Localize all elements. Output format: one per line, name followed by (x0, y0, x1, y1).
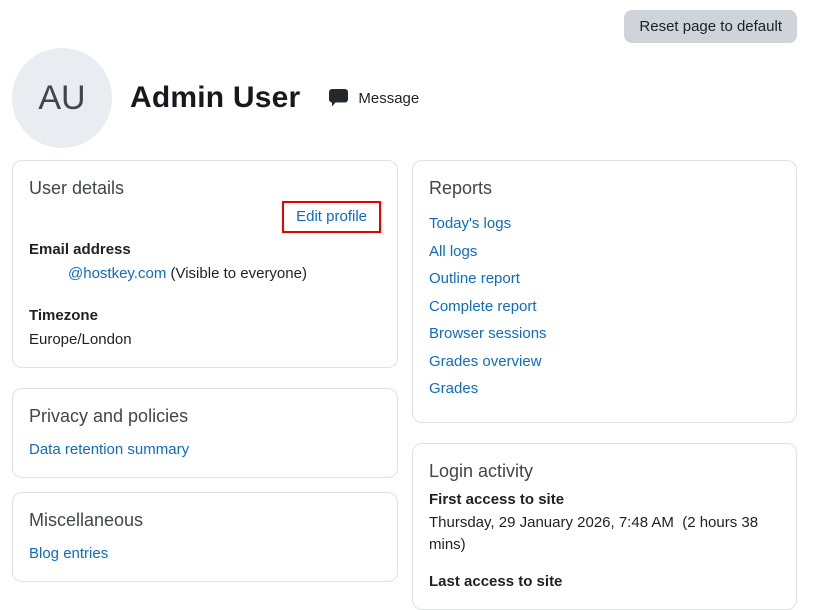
page-title: Admin User (130, 81, 300, 115)
email-link[interactable]: @hostkey.com (68, 265, 166, 282)
message-bubble-icon (329, 89, 348, 107)
reports-card: Reports Today's logs All logs Outline re… (412, 160, 797, 423)
timezone-value: Europe/London (29, 329, 381, 351)
privacy-card: Privacy and policies Data retention summ… (12, 388, 398, 478)
edit-profile-highlight-box: Edit profile (282, 201, 381, 233)
all-logs-link[interactable]: All logs (429, 243, 477, 260)
last-access-label: Last access to site (429, 571, 780, 593)
profile-header: AU Admin User Message (12, 48, 419, 148)
email-visibility: (Visible to everyone) (171, 265, 307, 282)
user-details-title: User details (29, 177, 381, 199)
todays-logs-link[interactable]: Today's logs (429, 215, 511, 232)
miscellaneous-title: Miscellaneous (29, 509, 381, 531)
grades-overview-link[interactable]: Grades overview (429, 353, 542, 370)
blog-entries-link[interactable]: Blog entries (29, 543, 381, 565)
email-label: Email address (29, 239, 381, 261)
edit-profile-link[interactable]: Edit profile (296, 208, 367, 225)
left-column: User details Edit profile Email address … (12, 160, 398, 610)
profile-columns: User details Edit profile Email address … (12, 160, 797, 610)
avatar: AU (12, 48, 112, 148)
login-activity-card: Login activity First access to site Thur… (412, 443, 797, 610)
reports-title: Reports (429, 177, 780, 199)
message-button[interactable]: Message (329, 89, 419, 107)
reset-page-button[interactable]: Reset page to default (624, 10, 797, 43)
first-access-value: Thursday, 29 January 2026, 7:48 AM (2 ho… (429, 512, 780, 556)
miscellaneous-card: Miscellaneous Blog entries (12, 492, 398, 582)
browser-sessions-link[interactable]: Browser sessions (429, 325, 547, 342)
outline-report-link[interactable]: Outline report (429, 270, 520, 287)
right-column: Reports Today's logs All logs Outline re… (412, 160, 797, 610)
email-value: @hostkey.com (Visible to everyone) (68, 263, 381, 285)
timezone-label: Timezone (29, 305, 381, 327)
edit-profile-row: Edit profile (29, 201, 381, 233)
privacy-title: Privacy and policies (29, 405, 381, 427)
login-activity-title: Login activity (429, 460, 780, 482)
message-label: Message (358, 90, 419, 107)
complete-report-link[interactable]: Complete report (429, 298, 537, 315)
user-details-card: User details Edit profile Email address … (12, 160, 398, 368)
first-access-label: First access to site (429, 489, 780, 511)
data-retention-link[interactable]: Data retention summary (29, 439, 381, 461)
reset-row: Reset page to default (624, 10, 797, 43)
reports-list: Today's logs All logs Outline report Com… (429, 213, 780, 400)
grades-link[interactable]: Grades (429, 380, 478, 397)
